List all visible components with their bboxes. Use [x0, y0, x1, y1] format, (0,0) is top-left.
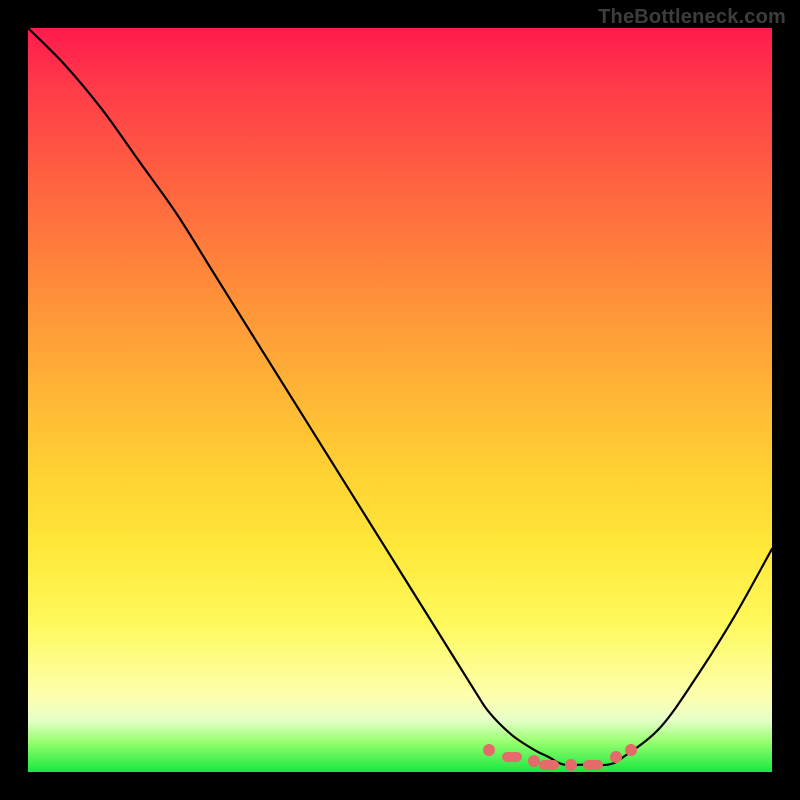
min-marker — [483, 744, 495, 756]
attribution-text: TheBottleneck.com — [598, 6, 786, 29]
min-marker — [625, 744, 637, 756]
chart-frame: TheBottleneck.com — [0, 0, 800, 800]
min-marker — [565, 759, 577, 771]
min-marker — [502, 752, 522, 762]
min-marker — [610, 751, 622, 763]
min-marker — [583, 760, 603, 770]
min-marker — [539, 760, 559, 770]
min-region-markers — [28, 28, 772, 772]
plot-area — [28, 28, 772, 772]
